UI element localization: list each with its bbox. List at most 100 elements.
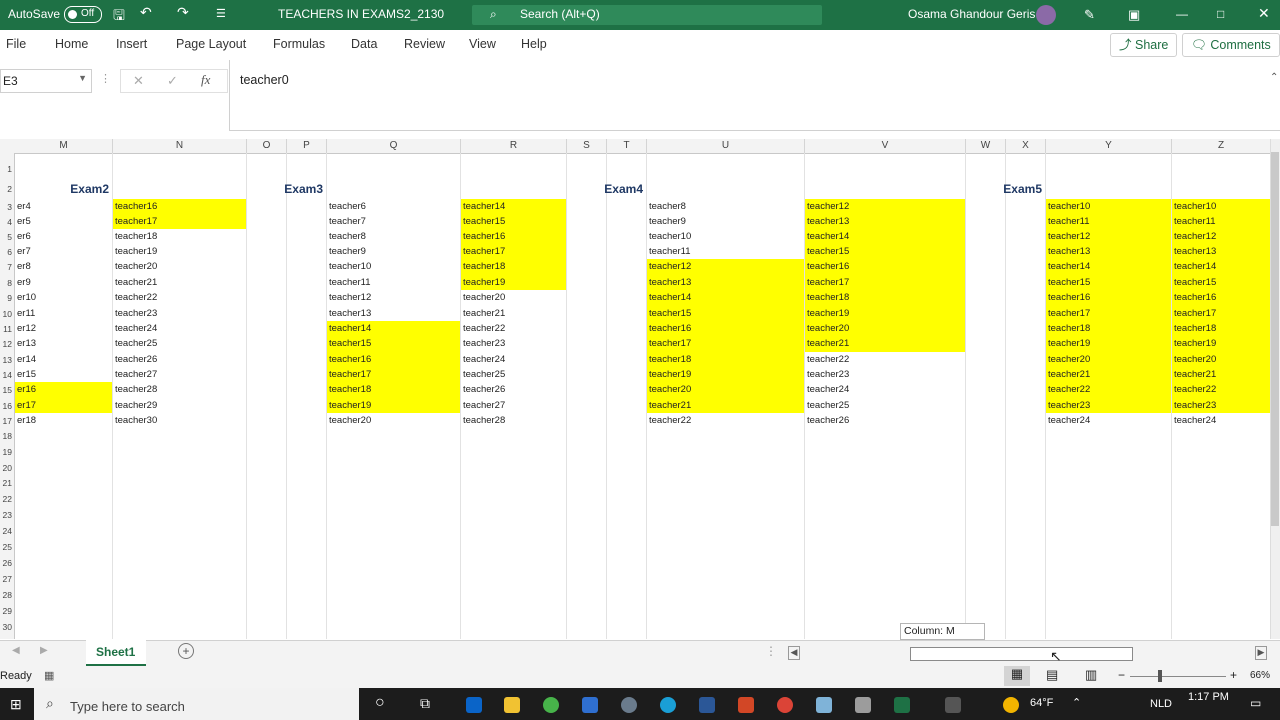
- cell-u10[interactable]: teacher15: [647, 306, 804, 321]
- row-header-28[interactable]: 28: [0, 590, 14, 600]
- tab-home[interactable]: Home: [55, 37, 88, 51]
- cell-n14[interactable]: teacher27: [113, 367, 246, 382]
- tab-review[interactable]: Review: [404, 37, 445, 51]
- cell-y9[interactable]: teacher16: [1046, 290, 1171, 306]
- notifications-icon[interactable]: ▭: [1250, 696, 1261, 710]
- cell-z12[interactable]: teacher19: [1172, 336, 1270, 352]
- macro-record-icon[interactable]: ▦: [44, 669, 54, 682]
- cell-u11[interactable]: teacher16: [647, 321, 804, 336]
- cell-q5[interactable]: teacher8: [327, 229, 460, 244]
- cell-n7[interactable]: teacher20: [113, 259, 246, 275]
- cancel-icon[interactable]: ✕: [133, 73, 144, 89]
- column-header-n[interactable]: N: [113, 139, 247, 153]
- row-header-29[interactable]: 29: [0, 606, 14, 616]
- cell-q12[interactable]: teacher15: [327, 336, 460, 352]
- normal-view-icon[interactable]: ▦: [1004, 666, 1030, 686]
- people-icon[interactable]: [945, 697, 961, 713]
- cell-z17[interactable]: teacher24: [1172, 413, 1270, 428]
- row-header-4[interactable]: 4: [0, 217, 14, 227]
- formula-input[interactable]: teacher0: [229, 60, 1280, 131]
- cell-y8[interactable]: teacher15: [1046, 275, 1171, 290]
- cell-v8[interactable]: teacher17: [805, 275, 965, 290]
- column-header-z[interactable]: Z: [1172, 139, 1271, 153]
- taskbar-search[interactable]: ⌕ Type here to search: [34, 688, 359, 720]
- cell-n15[interactable]: teacher28: [113, 382, 246, 398]
- cell-y4[interactable]: teacher11: [1046, 214, 1171, 229]
- row-header-26[interactable]: 26: [0, 558, 14, 568]
- row-header-17[interactable]: 17: [0, 416, 14, 426]
- minimize-icon[interactable]: —: [1176, 7, 1188, 21]
- cell-n4[interactable]: teacher17: [113, 214, 246, 229]
- cell-r16[interactable]: teacher27: [461, 398, 566, 413]
- cell-n11[interactable]: teacher24: [113, 321, 246, 336]
- name-box[interactable]: E3 ▼: [0, 69, 92, 93]
- comments-button[interactable]: 🗨 Comments: [1182, 33, 1280, 57]
- cell-n5[interactable]: teacher18: [113, 229, 246, 244]
- page-break-view-icon[interactable]: ▥: [1085, 667, 1097, 683]
- cell-n16[interactable]: teacher29: [113, 398, 246, 413]
- cell-r17[interactable]: teacher28: [461, 413, 566, 428]
- row-header-11[interactable]: 11: [0, 324, 14, 334]
- cell-z15[interactable]: teacher22: [1172, 382, 1270, 398]
- tab-file[interactable]: File: [6, 37, 26, 51]
- cell-r8[interactable]: teacher19: [461, 275, 566, 290]
- cell-u7[interactable]: teacher12: [647, 259, 804, 275]
- cell-u6[interactable]: teacher11: [647, 244, 804, 259]
- tab-insert[interactable]: Insert: [116, 37, 147, 51]
- cell-y6[interactable]: teacher13: [1046, 244, 1171, 259]
- row-header-12[interactable]: 12: [0, 339, 14, 349]
- cell-r12[interactable]: teacher23: [461, 336, 566, 352]
- avatar[interactable]: [1036, 5, 1056, 25]
- task-view-icon[interactable]: ⧉: [420, 695, 430, 712]
- cell-y16[interactable]: teacher23: [1046, 398, 1171, 413]
- enter-icon[interactable]: ✓: [167, 73, 178, 89]
- cell-n10[interactable]: teacher23: [113, 306, 246, 321]
- tab-formulas[interactable]: Formulas: [273, 37, 325, 51]
- cell-y11[interactable]: teacher18: [1046, 321, 1171, 336]
- row-header-18[interactable]: 18: [0, 431, 14, 441]
- insert-function-icon[interactable]: fx: [201, 72, 210, 88]
- vertical-scroll-thumb[interactable]: [1271, 152, 1279, 526]
- row-header-23[interactable]: 23: [0, 510, 14, 520]
- row-header-16[interactable]: 16: [0, 401, 14, 411]
- cell-z9[interactable]: teacher16: [1172, 290, 1270, 306]
- cell-q16[interactable]: teacher19: [327, 398, 460, 413]
- cell-n9[interactable]: teacher22: [113, 290, 246, 306]
- undo-icon[interactable]: ↶: [140, 4, 152, 21]
- chevron-down-icon[interactable]: ▼: [78, 73, 87, 83]
- exam-header[interactable]: Exam5: [946, 182, 1042, 196]
- column-header-w[interactable]: W: [966, 139, 1006, 153]
- row-header-10[interactable]: 10: [0, 309, 14, 319]
- customize-qat-icon[interactable]: ☰: [216, 7, 226, 20]
- cell-m5[interactable]: er6: [15, 229, 112, 244]
- cell-z5[interactable]: teacher12: [1172, 229, 1270, 244]
- cell-y3[interactable]: teacher10: [1046, 199, 1171, 214]
- column-header-p[interactable]: P: [287, 139, 327, 153]
- cell-y13[interactable]: teacher20: [1046, 352, 1171, 367]
- horizontal-scroll-thumb[interactable]: [910, 647, 1133, 661]
- cell-q14[interactable]: teacher17: [327, 367, 460, 382]
- cell-z11[interactable]: teacher18: [1172, 321, 1270, 336]
- cell-u16[interactable]: teacher21: [647, 398, 804, 413]
- search-box[interactable]: ⌕ Search (Alt+Q): [472, 5, 822, 25]
- column-header-m[interactable]: M: [15, 139, 113, 153]
- next-sheet-icon[interactable]: ▶: [40, 645, 48, 656]
- cell-y17[interactable]: teacher24: [1046, 413, 1171, 428]
- tray-chevron-icon[interactable]: ⌃: [1072, 696, 1081, 709]
- cell-u13[interactable]: teacher18: [647, 352, 804, 367]
- row-header-30[interactable]: 30: [0, 622, 14, 632]
- file-explorer-icon[interactable]: [504, 697, 520, 713]
- cell-m9[interactable]: er10: [15, 290, 112, 306]
- cell-v6[interactable]: teacher15: [805, 244, 965, 259]
- weather-text[interactable]: 64°F: [1030, 697, 1053, 709]
- scroll-left-icon[interactable]: ◀: [788, 646, 800, 660]
- cell-r4[interactable]: teacher15: [461, 214, 566, 229]
- column-header-v[interactable]: V: [805, 139, 966, 153]
- excel-icon[interactable]: [894, 697, 910, 713]
- cell-v16[interactable]: teacher25: [805, 398, 965, 413]
- cell-u5[interactable]: teacher10: [647, 229, 804, 244]
- cell-n6[interactable]: teacher19: [113, 244, 246, 259]
- settings-icon[interactable]: [621, 697, 637, 713]
- cell-z16[interactable]: teacher23: [1172, 398, 1270, 413]
- cell-z10[interactable]: teacher17: [1172, 306, 1270, 321]
